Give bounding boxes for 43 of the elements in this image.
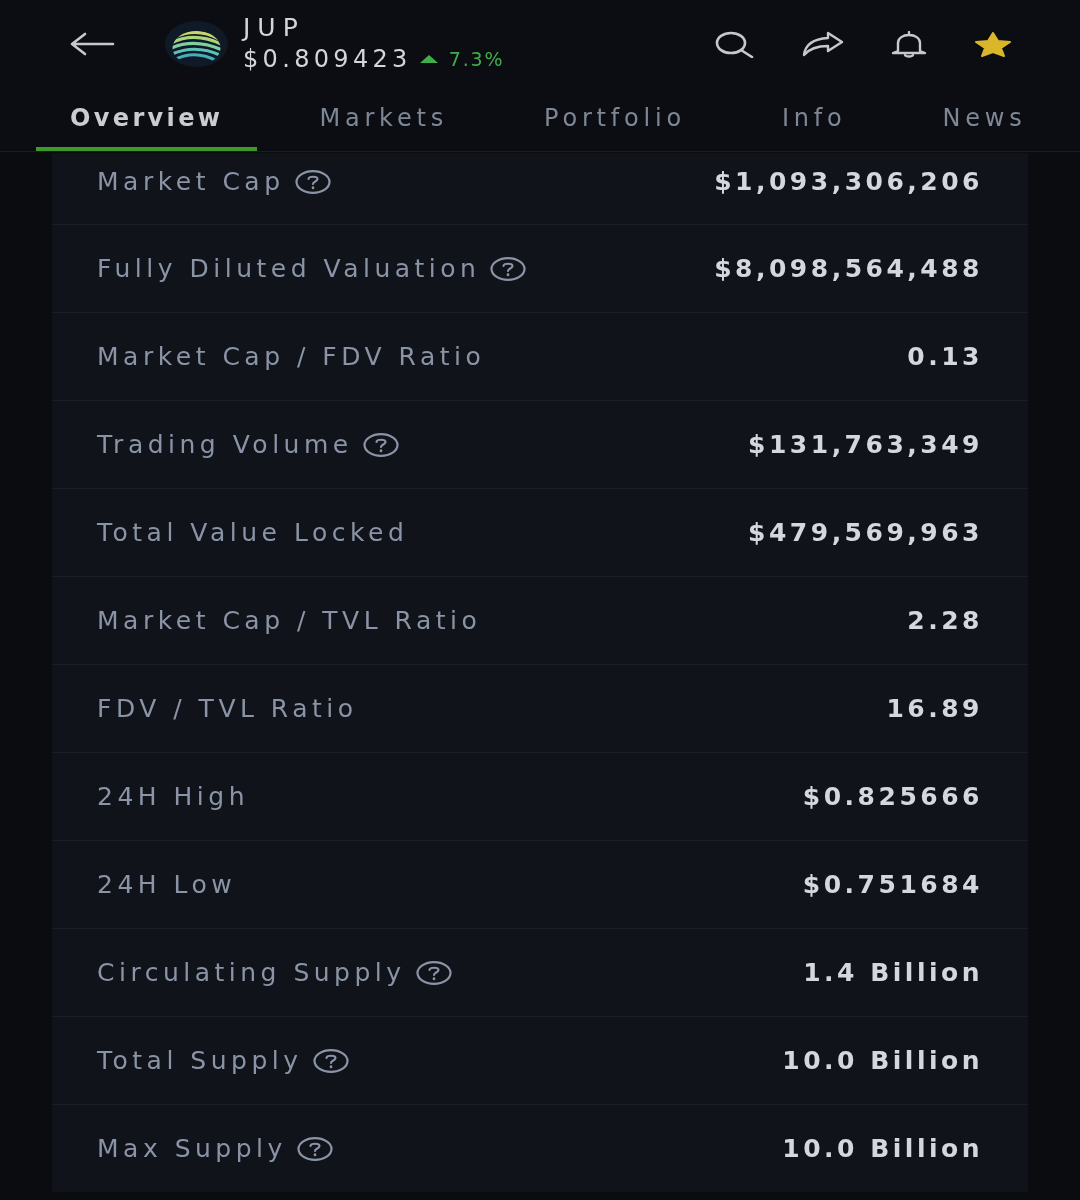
coin-symbol: JUP: [243, 13, 305, 43]
help-icon[interactable]: [312, 1048, 349, 1073]
stat-value: $0.825666: [802, 780, 983, 813]
stat-label: Fully Diluted Valuation: [97, 252, 481, 285]
bell-icon[interactable]: [890, 30, 928, 58]
help-icon[interactable]: [362, 432, 399, 457]
coin-price: $0.809423: [243, 44, 412, 75]
help-icon[interactable]: [294, 170, 331, 194]
stat-value: $0.751684: [802, 868, 983, 901]
price-change: 7.3%: [448, 47, 505, 72]
stat-value: 0.13: [907, 340, 983, 373]
stat-value: 16.89: [886, 692, 983, 725]
stat-label: Market Cap / FDV Ratio: [97, 340, 486, 373]
stat-label: 24H Low: [97, 868, 237, 901]
stat-label: Max Supply: [97, 1132, 287, 1165]
stat-value: $479,569,963: [748, 516, 983, 549]
stat-label: Total Value Locked: [97, 516, 409, 549]
help-icon[interactable]: [415, 960, 452, 985]
tab[interactable]: Markets: [285, 88, 482, 151]
share-arrow-icon[interactable]: [800, 31, 844, 57]
help-icon[interactable]: [296, 1136, 333, 1161]
stat-value: $131,763,349: [748, 428, 983, 461]
stat-label: 24H High: [97, 780, 249, 813]
stat-value: 1.4 Billion: [803, 956, 983, 989]
stat-label: Market Cap: [97, 166, 285, 199]
tab[interactable]: Info: [747, 88, 881, 151]
tab[interactable]: Portfolio: [510, 88, 720, 151]
stat-value: 2.28: [907, 604, 983, 637]
stat-label: Circulating Supply: [97, 956, 406, 989]
tab[interactable]: News: [908, 88, 1061, 151]
star-icon[interactable]: [974, 31, 1012, 57]
stat-label: Market Cap / TVL Ratio: [97, 604, 482, 637]
stat-value: $8,098,564,488: [714, 252, 983, 285]
stat-label: FDV / TVL Ratio: [97, 692, 358, 725]
help-icon[interactable]: [490, 256, 527, 281]
stat-label: Trading Volume: [97, 428, 353, 461]
search-icon[interactable]: [714, 30, 754, 58]
back-arrow-icon[interactable]: [69, 32, 115, 56]
stat-value: 10.0 Billion: [782, 1044, 983, 1077]
stat-label: Total Supply: [97, 1044, 303, 1077]
logo-icon: [165, 21, 228, 67]
stat-value: 10.0 Billion: [782, 1132, 983, 1165]
stat-value: $1,093,306,206: [714, 166, 983, 199]
